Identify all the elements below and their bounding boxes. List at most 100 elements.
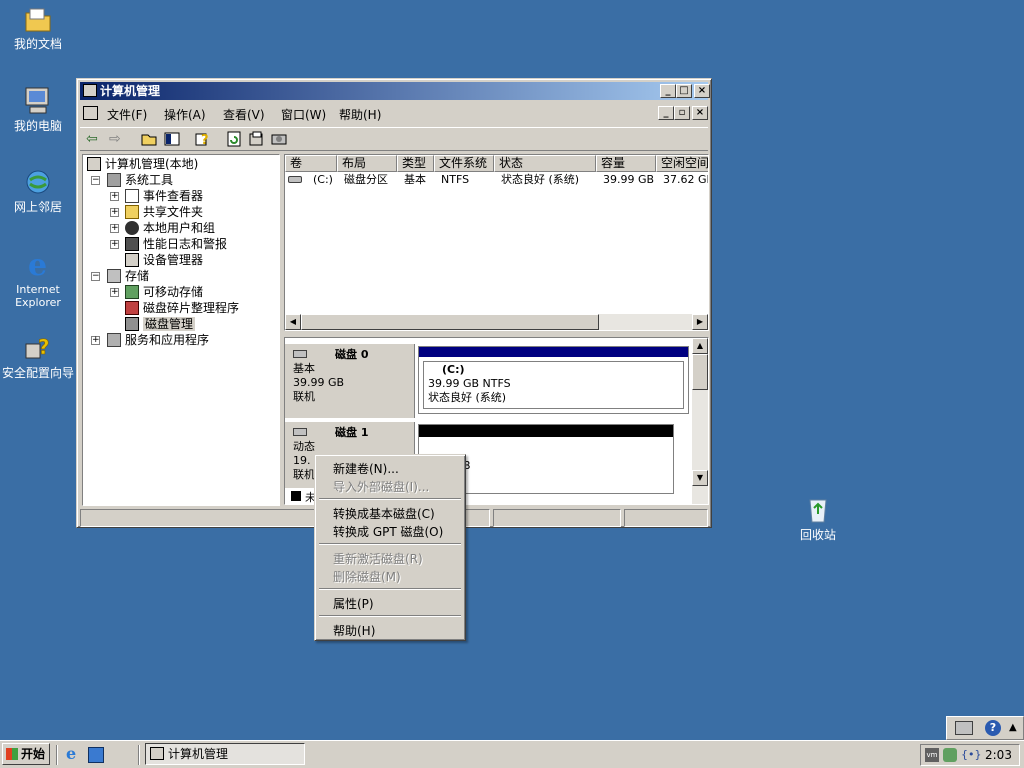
disk-0-label[interactable]: 磁盘 0 基本 39.99 GB 联机 <box>285 344 415 418</box>
desktop-icon-my-documents[interactable]: 我的文档 <box>0 3 76 51</box>
performance-logs-icon <box>125 237 139 251</box>
column-header-free-space[interactable]: 空闲空间 <box>656 155 708 172</box>
menu-item-import-foreign: 导入外部磁盘(I)... <box>333 480 430 494</box>
show-desktop-icon[interactable] <box>88 747 104 763</box>
services-icon <box>107 333 121 347</box>
tree-item-device-manager[interactable]: 设备管理器 <box>125 252 203 268</box>
menu-help[interactable]: 帮助(H) <box>339 106 381 123</box>
tree-item-root[interactable]: 计算机管理(本地) <box>87 156 198 172</box>
properties-icon[interactable] <box>248 131 266 149</box>
partition-c[interactable]: (C:) 39.99 GB NTFS 状态良好 (系统) <box>418 346 689 414</box>
vmware-tools-icon[interactable]: vm <box>925 748 939 762</box>
column-header-status[interactable]: 状态 <box>494 155 596 172</box>
help-icon[interactable]: ? <box>195 131 213 149</box>
desktop-icon-network-places[interactable]: 网上邻居 <box>0 166 76 214</box>
column-header-type[interactable]: 类型 <box>397 155 434 172</box>
menu-item-convert-gpt[interactable]: 转换成 GPT 磁盘(O) <box>333 523 443 540</box>
help-icon[interactable]: ? <box>985 720 1001 736</box>
event-viewer-icon <box>125 189 139 203</box>
collapse-icon[interactable]: − <box>91 176 100 185</box>
minimize-button[interactable]: _ <box>660 84 676 98</box>
vertical-scrollbar[interactable]: ▲ ▼ <box>692 338 708 504</box>
tree-item-services[interactable]: 服务和应用程序 <box>107 332 209 348</box>
tree-item-shared-folders[interactable]: 共享文件夹 <box>125 204 203 220</box>
up-folder-icon[interactable] <box>141 131 159 149</box>
window-title-bar[interactable]: 计算机管理 _ □ × <box>80 82 710 100</box>
refresh-icon[interactable] <box>226 131 244 149</box>
disk-settings-icon[interactable] <box>271 131 289 149</box>
network-icon[interactable] <box>955 721 973 735</box>
menu-item-convert-basic[interactable]: 转换成基本磁盘(C) <box>333 505 435 522</box>
task-button-computer-management[interactable]: 计算机管理 <box>145 743 305 765</box>
computer-management-icon <box>83 84 97 97</box>
console-tree: 计算机管理(本地) − 系统工具 + 事件查看器 + 共享文件夹 + 本地用户和… <box>82 154 280 506</box>
internet-explorer-icon[interactable]: e <box>66 746 82 763</box>
column-header-capacity[interactable]: 容量 <box>596 155 656 172</box>
scroll-up-icon[interactable]: ▲ <box>1009 719 1021 737</box>
desktop-icon-recycle-bin[interactable]: 回收站 <box>780 494 856 542</box>
scroll-right-button[interactable]: ▶ <box>692 314 708 330</box>
forward-icon[interactable]: ⇨ <box>109 131 127 149</box>
back-icon[interactable]: ⇦ <box>86 131 104 149</box>
scroll-left-button[interactable]: ◀ <box>285 314 301 330</box>
legend-swatch <box>291 491 301 501</box>
maximize-button[interactable]: □ <box>676 84 692 98</box>
expand-icon[interactable]: + <box>110 240 119 249</box>
menu-window[interactable]: 窗口(W) <box>281 106 326 123</box>
column-header-filesystem[interactable]: 文件系统 <box>434 155 494 172</box>
tree-item-disk-management[interactable]: 磁盘管理 <box>125 316 196 332</box>
expand-icon[interactable]: + <box>91 336 100 345</box>
recycle-bin-icon <box>802 494 834 526</box>
scroll-down-button[interactable]: ▼ <box>692 470 708 486</box>
tree-item-storage[interactable]: 存储 <box>107 268 149 284</box>
volume-icon[interactable]: {•} <box>961 748 982 762</box>
collapse-icon[interactable]: − <box>91 272 100 281</box>
taskbar: 开始 e 计算机管理 vm {•} 2:03 <box>0 740 1024 768</box>
tree-item-event-viewer[interactable]: 事件查看器 <box>125 188 203 204</box>
menu-file[interactable]: 文件(F) <box>107 106 147 123</box>
tree-item-removable-storage[interactable]: 可移动存储 <box>125 284 203 300</box>
child-close-button[interactable]: × <box>692 106 708 120</box>
expand-icon[interactable]: + <box>110 224 119 233</box>
desktop-icon-my-computer[interactable]: 我的电脑 <box>0 85 76 133</box>
expand-icon[interactable]: + <box>110 208 119 217</box>
scroll-up-button[interactable]: ▲ <box>692 338 708 354</box>
volume-icon <box>288 176 302 183</box>
column-header-volume[interactable]: 卷 <box>285 155 337 172</box>
child-minimize-button[interactable]: _ <box>658 106 674 120</box>
cell-status: 状态良好 (系统) <box>501 173 580 186</box>
system-tools-icon <box>107 173 121 187</box>
network-connection-icon[interactable] <box>943 748 957 762</box>
desktop-icon-internet-explorer[interactable]: e Internet Explorer <box>0 248 76 309</box>
desktop-icon-security-wizard[interactable]: ? 安全配置向导 <box>0 332 76 380</box>
cell-free-space: 37.62 GB <box>663 173 709 186</box>
menu-item-new-volume[interactable]: 新建卷(N)... <box>333 460 399 477</box>
scroll-thumb[interactable] <box>692 354 708 390</box>
local-users-icon <box>125 221 139 235</box>
menu-view[interactable]: 查看(V) <box>223 106 265 123</box>
menu-separator <box>319 543 461 545</box>
tree-item-system-tools[interactable]: 系统工具 <box>107 172 173 188</box>
menu-item-help[interactable]: 帮助(H) <box>333 622 375 639</box>
show-hide-tree-icon[interactable] <box>164 131 182 149</box>
tree-item-defrag[interactable]: 磁盘碎片整理程序 <box>125 300 239 316</box>
tree-item-local-users[interactable]: 本地用户和组 <box>125 220 215 236</box>
my-computer-icon <box>22 85 54 117</box>
menu-action[interactable]: 操作(A) <box>164 106 206 123</box>
horizontal-scrollbar[interactable]: ◀ ▶ <box>285 314 708 330</box>
menu-item-properties[interactable]: 属性(P) <box>333 595 374 612</box>
start-button[interactable]: 开始 <box>2 743 50 765</box>
scroll-thumb[interactable] <box>301 314 599 330</box>
close-button[interactable]: × <box>694 84 710 98</box>
desktop-icon-label: Internet Explorer <box>15 283 61 309</box>
expand-icon[interactable]: + <box>110 288 119 297</box>
child-restore-button[interactable]: ▫ <box>674 106 690 120</box>
tree-item-perf-logs[interactable]: 性能日志和警报 <box>125 236 227 252</box>
svg-text:?: ? <box>201 133 209 147</box>
computer-management-icon <box>150 747 164 760</box>
primary-partition-bar <box>419 347 688 357</box>
column-header-layout[interactable]: 布局 <box>337 155 397 172</box>
floating-toolbar: ? ▲ <box>946 716 1024 740</box>
expand-icon[interactable]: + <box>110 192 119 201</box>
cell-capacity: 39.99 GB <box>603 173 655 186</box>
